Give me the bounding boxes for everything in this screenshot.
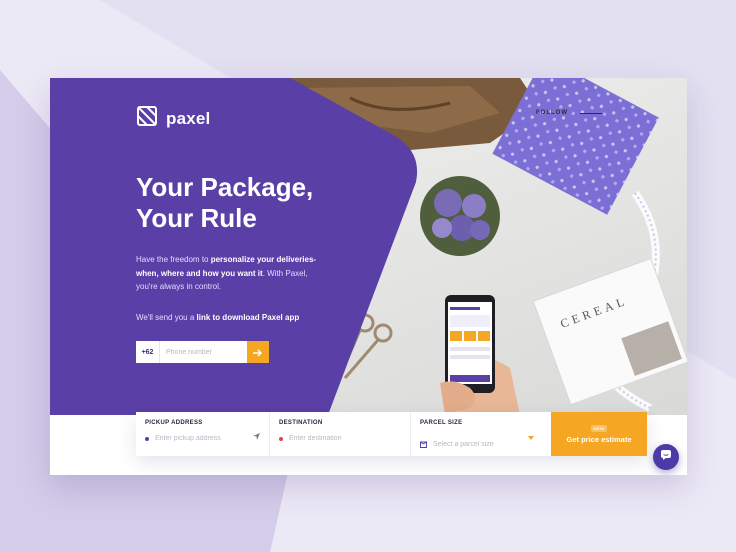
destination-field: DESTINATION bbox=[270, 412, 411, 456]
download-note-bold: link to download Paxel app bbox=[196, 313, 300, 322]
destination-dot-icon bbox=[279, 436, 283, 441]
hero-desc-part1: Have the freedom to bbox=[136, 255, 211, 264]
chat-button[interactable] bbox=[653, 444, 679, 470]
brand-logo[interactable]: paxel bbox=[136, 105, 210, 132]
follow-divider bbox=[580, 112, 602, 114]
destination-input[interactable] bbox=[289, 435, 385, 442]
phone-country-code[interactable]: +62 bbox=[136, 341, 160, 363]
pickup-row bbox=[145, 435, 260, 442]
chat-icon bbox=[660, 448, 672, 466]
landing-card: CEREAL paxel Your Package, Your Rule Hav… bbox=[50, 78, 687, 475]
hero-description: Have the freedom to personalize your del… bbox=[136, 253, 326, 294]
chevron-down-icon[interactable] bbox=[528, 427, 534, 445]
phone-form: +62 bbox=[136, 341, 269, 363]
locate-arrow-icon[interactable] bbox=[253, 427, 260, 445]
follow-label: FOLLOW bbox=[536, 110, 568, 116]
destination-row bbox=[279, 435, 401, 442]
download-note-part1: We'll send you a bbox=[136, 313, 197, 322]
parcel-size-field[interactable]: PARCEL SIZE bbox=[411, 412, 543, 456]
pickup-dot-icon bbox=[145, 436, 149, 441]
download-note: We'll send you a link to download Paxel … bbox=[136, 311, 316, 324]
social-follow: FOLLOW bbox=[536, 110, 602, 116]
hero-title: Your Package, Your Rule bbox=[136, 172, 366, 234]
delivery-search-bar: PICKUP ADDRESS DESTINATION PARCEL SIZE bbox=[136, 412, 647, 456]
pickup-label: PICKUP ADDRESS bbox=[145, 420, 203, 426]
pickup-input[interactable] bbox=[155, 435, 251, 442]
phone-submit-button[interactable] bbox=[247, 341, 269, 363]
parcel-icon bbox=[420, 435, 427, 453]
arrow-right-icon bbox=[253, 345, 263, 360]
hero-title-line1: Your Package, bbox=[136, 172, 314, 202]
cta-badge: NEW bbox=[590, 424, 608, 432]
parcel-size-label: PARCEL SIZE bbox=[420, 420, 463, 426]
destination-label: DESTINATION bbox=[279, 420, 323, 426]
parcel-size-row bbox=[420, 435, 534, 453]
brand-name: paxel bbox=[166, 108, 211, 128]
cta-label: Get price estimate bbox=[566, 434, 632, 444]
pickup-field: PICKUP ADDRESS bbox=[136, 412, 270, 456]
hero-title-line2: Your Rule bbox=[136, 203, 257, 233]
get-price-estimate-button[interactable]: NEW Get price estimate bbox=[551, 412, 647, 456]
parcel-size-select[interactable] bbox=[433, 440, 529, 448]
box-logo-icon bbox=[136, 105, 158, 132]
phone-input[interactable] bbox=[160, 341, 247, 363]
